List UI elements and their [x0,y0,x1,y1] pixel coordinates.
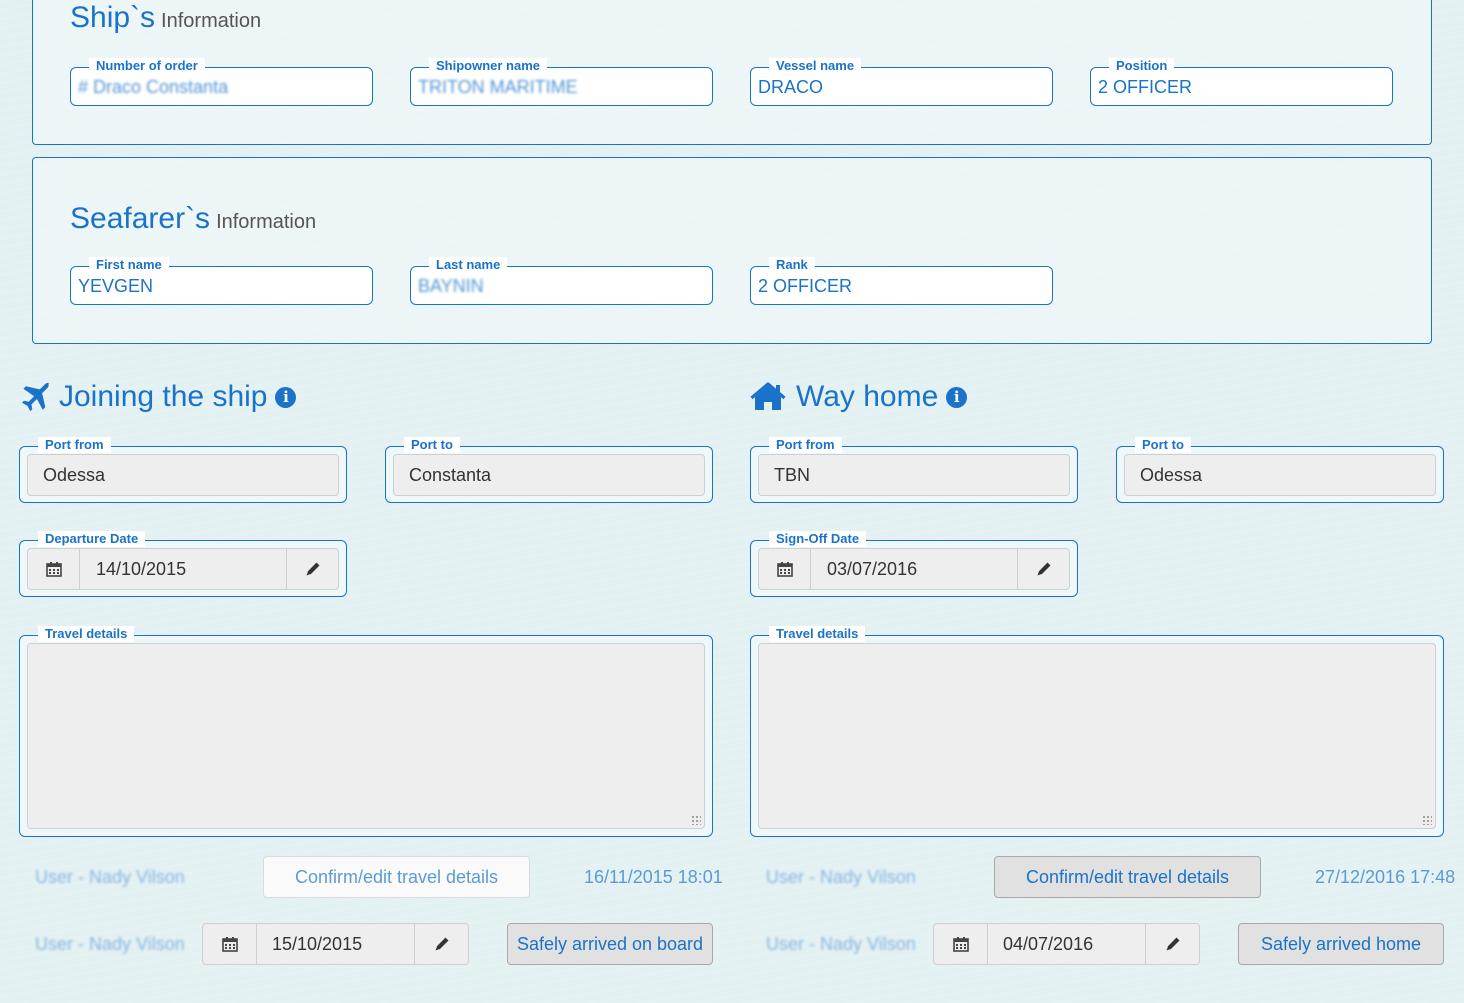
rank-field[interactable]: Rank 2 OFFICER [750,257,1053,305]
sign-off-date-group: Sign-Off Date 03/07/2016 [750,531,1078,597]
first-name-field[interactable]: First name YEVGEN [70,257,373,305]
way-home-title: Way home [796,380,939,413]
vessel-name-label: Vessel name [769,58,862,74]
home-port-from-label: Port from [769,437,842,453]
order-number-label: Number of order [89,58,205,74]
departure-date-input[interactable]: 14/10/2015 [27,548,339,590]
home-confirm-timestamp: 27/12/2016 17:48 [1315,867,1456,887]
departure-date-label: Departure Date [38,531,146,547]
seafarer-title-text: Seafarer`s [70,202,211,235]
arrived-on-board-date-value: 15/10/2015 [272,934,363,954]
joining-confirm-user: User - Nady Vilson [35,867,185,888]
home-icon [750,382,786,410]
vessel-name-field[interactable]: Vessel name DRACO [750,58,1053,106]
home-arrived-user: User - Nady Vilson [766,934,916,955]
ships-title-text: Ship`s [70,1,156,34]
home-confirm-travel-button[interactable]: Confirm/edit travel details [994,856,1261,898]
first-name-value: YEVGEN [78,276,154,296]
resize-grip-icon[interactable] [691,815,701,825]
info-circle-icon[interactable]: i [946,386,968,408]
first-name-label: First name [89,257,169,273]
order-number-field[interactable]: Number of order # Draco Constanta [70,58,373,106]
joining-port-to-group: Port to Constanta [385,437,713,503]
home-port-from-input[interactable]: TBN [758,454,1070,496]
last-name-label: Last name [429,257,508,273]
safely-arrived-home-button[interactable]: Safely arrived home [1238,923,1444,965]
home-travel-details-group: Travel details [750,626,1444,837]
shipowner-name-label: Shipowner name [429,58,548,74]
joining-ship-heading: Joining the ship i [19,380,297,414]
position-label: Position [1109,58,1175,74]
joining-ship-title: Joining the ship [59,380,268,413]
calendar-icon[interactable] [759,549,811,589]
home-port-from-group: Port from TBN [750,437,1078,503]
home-travel-details-label: Travel details [769,626,866,642]
departure-date-group: Departure Date 14/10/2015 [19,531,347,597]
joining-confirm-travel-button[interactable]: Confirm/edit travel details [263,856,530,898]
joining-port-from-input[interactable]: Odessa [27,454,339,496]
order-number-value: # Draco Constanta [78,77,229,97]
vessel-name-value: DRACO [758,77,824,97]
home-confirm-user: User - Nady Vilson [766,867,916,888]
joining-port-from-group: Port from Odessa [19,437,347,503]
safely-arrived-on-board-button[interactable]: Safely arrived on board [507,923,713,965]
rank-label: Rank [769,257,815,273]
airplane-icon [21,382,50,412]
home-port-to-label: Port to [1135,437,1191,453]
sign-off-date-value: 03/07/2016 [827,559,918,579]
calendar-icon[interactable] [934,924,988,964]
ships-info-title: Ship`s Information [70,1,261,35]
shipowner-name-field[interactable]: Shipowner name TRITON MARITIME [410,58,713,106]
joining-travel-details-label: Travel details [38,626,135,642]
way-home-heading: Way home i [750,380,968,414]
departure-date-value: 14/10/2015 [96,559,187,579]
position-value: 2 OFFICER [1098,77,1193,97]
sign-off-date-input[interactable]: 03/07/2016 [758,548,1070,590]
last-name-field[interactable]: Last name BAYNIN [410,257,713,305]
seafarer-info-panel: Seafarer`s Information [32,157,1432,344]
home-confirm-user-text: User - Nady Vilson [766,867,916,887]
joining-confirm-timestamp: 16/11/2015 18:01 [584,867,723,887]
calendar-icon[interactable] [28,549,80,589]
pencil-icon[interactable] [414,924,468,964]
calendar-icon[interactable] [203,924,257,964]
home-travel-details-textarea[interactable] [758,643,1436,829]
pencil-icon[interactable] [1017,549,1069,589]
joining-port-from-label: Port from [38,437,111,453]
arrived-on-board-date-input[interactable]: 15/10/2015 [202,923,469,965]
position-field[interactable]: Position 2 OFFICER [1090,58,1393,106]
joining-travel-details-textarea[interactable] [27,643,705,829]
rank-value: 2 OFFICER [758,276,853,296]
pencil-icon[interactable] [1145,924,1199,964]
home-arrived-user-text: User - Nady Vilson [766,934,916,954]
joining-port-to-input[interactable]: Constanta [393,454,705,496]
home-port-to-group: Port to Odessa [1116,437,1444,503]
arrived-home-date-value: 04/07/2016 [1003,934,1094,954]
arrived-home-date-input[interactable]: 04/07/2016 [933,923,1200,965]
joining-port-to-label: Port to [404,437,460,453]
joining-travel-details-group: Travel details [19,626,713,837]
sign-off-date-label: Sign-Off Date [769,531,867,547]
joining-confirm-user-text: User - Nady Vilson [35,867,185,887]
info-circle-icon[interactable]: i [275,386,297,408]
seafarer-info-title: Seafarer`s Information [70,202,316,236]
resize-grip-icon[interactable] [1422,815,1432,825]
last-name-value: BAYNIN [418,276,484,296]
shipowner-name-value: TRITON MARITIME [418,77,578,97]
joining-arrived-user: User - Nady Vilson [35,934,185,955]
pencil-icon[interactable] [286,549,338,589]
home-port-to-input[interactable]: Odessa [1124,454,1436,496]
seafarer-subtitle: Information [216,211,317,233]
joining-arrived-user-text: User - Nady Vilson [35,934,185,954]
ships-subtitle: Information [161,10,262,32]
